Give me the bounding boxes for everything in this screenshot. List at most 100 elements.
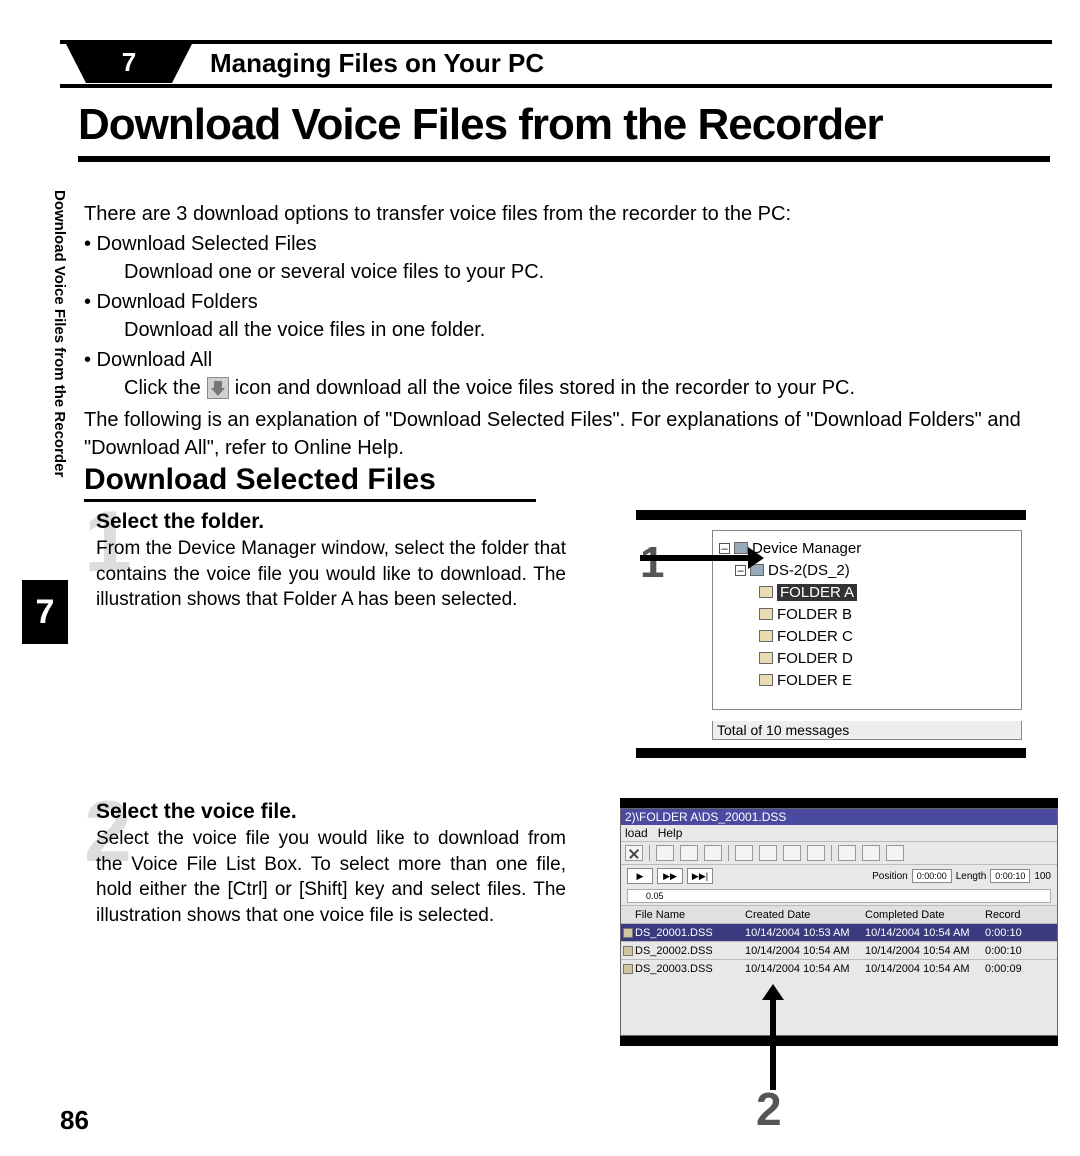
toolbar-button[interactable] [656, 845, 674, 861]
file-row[interactable]: DS_20001.DSS 10/14/2004 10:53 AM 10/14/2… [621, 923, 1057, 941]
next-button[interactable]: ▶▶| [687, 868, 713, 884]
toolbar-separator [728, 845, 729, 861]
step-1-text: From the Device Manager window, select t… [96, 536, 566, 613]
new-folder-button[interactable] [735, 845, 753, 861]
tree-folder-d[interactable]: FOLDER D [759, 647, 1015, 669]
tree-folder-b-label: FOLDER B [777, 606, 852, 623]
cell-filename: DS_20003.DSS [635, 963, 745, 975]
figure-crop-bar [636, 510, 1026, 520]
option-2-desc: Download all the voice files in one fold… [124, 316, 1050, 344]
cell-completed: 10/14/2004 10:54 AM [865, 927, 985, 939]
step-2: 2 Select the voice file. Select the voic… [84, 800, 566, 929]
step-2-text: Select the voice file you would like to … [96, 826, 566, 929]
check-button[interactable] [838, 845, 856, 861]
tree-folder-d-label: FOLDER D [777, 650, 853, 667]
option-2: • Download Folders [84, 288, 1050, 316]
cell-filename: DS_20001.DSS [635, 927, 745, 939]
file-row[interactable]: DS_20003.DSS 10/14/2004 10:54 AM 10/14/2… [621, 959, 1057, 977]
cell-completed: 10/14/2004 10:54 AM [865, 963, 985, 975]
figure-2-callout: 2 [756, 1082, 782, 1136]
intro-tail: The following is an explanation of "Down… [84, 406, 1050, 462]
tree-root-label: Device Manager [752, 540, 861, 557]
toolbar-separator [649, 845, 650, 861]
volume-value: 100 [1034, 871, 1051, 882]
cell-record: 0:00:09 [985, 963, 1035, 975]
file-row[interactable]: DS_20002.DSS 10/14/2004 10:54 AM 10/14/2… [621, 941, 1057, 959]
tree-device[interactable]: – DS-2(DS_2) [735, 559, 1015, 581]
option-1-desc: Download one or several voice files to y… [124, 258, 1050, 286]
time-ruler[interactable]: 0.05 [627, 889, 1051, 903]
column-headers[interactable]: File Name Created Date Completed Date Re… [621, 905, 1057, 923]
position-label: Position [872, 871, 908, 882]
menu-load[interactable]: load [625, 826, 648, 840]
menu-bar[interactable]: load Help [621, 825, 1057, 841]
option-3-desc: Click the icon and download all the voic… [124, 374, 1050, 402]
cell-created: 10/14/2004 10:54 AM [745, 963, 865, 975]
step-2-heading: Select the voice file. [96, 800, 566, 824]
tree-status-bar: Total of 10 messages [712, 721, 1022, 740]
figure-crop-bar [636, 748, 1026, 758]
step-1-heading: Select the folder. [96, 510, 566, 534]
section-title: Download Selected Files [84, 463, 536, 502]
play-button[interactable]: ▶ [627, 868, 653, 884]
download-all-icon [207, 377, 229, 399]
folder-icon [759, 652, 773, 664]
figure-file-list: 2)\FOLDER A\DS_20001.DSS load Help ▶ ▶▶ … [620, 798, 1058, 1046]
page-number: 86 [60, 1105, 89, 1136]
toolbar-separator [831, 845, 832, 861]
menu-help[interactable]: Help [658, 826, 683, 840]
side-chapter-tab: 7 [22, 580, 68, 644]
ffwd-button[interactable]: ▶▶ [657, 868, 683, 884]
playback-bar: ▶ ▶▶ ▶▶| Position 0:00:00 Length 0:00:10… [621, 865, 1057, 887]
folder-icon [759, 630, 773, 642]
toolbar-button[interactable] [783, 845, 801, 861]
side-running-head: Download Voice Files from the Recorder [48, 190, 68, 550]
col-record[interactable]: Record [985, 909, 1035, 921]
col-completed[interactable]: Completed Date [865, 909, 985, 921]
figure-crop-bar [620, 798, 1058, 808]
tree-folder-a[interactable]: FOLDER A [759, 581, 1015, 603]
page-title: Download Voice Files from the Recorder [78, 100, 1050, 162]
file-icon [623, 964, 633, 974]
delete-button[interactable] [625, 845, 643, 861]
col-filename[interactable]: File Name [635, 909, 745, 921]
toolbar [621, 841, 1057, 865]
tree-folder-b[interactable]: FOLDER B [759, 603, 1015, 625]
folder-icon [759, 608, 773, 620]
tree-folder-e[interactable]: FOLDER E [759, 669, 1015, 691]
cell-created: 10/14/2004 10:54 AM [745, 945, 865, 957]
voice-file-window: 2)\FOLDER A\DS_20001.DSS load Help ▶ ▶▶ … [620, 808, 1058, 1036]
chapter-number-tab: 7 [86, 40, 172, 83]
toolbar-button[interactable] [886, 845, 904, 861]
cancel-button[interactable] [862, 845, 880, 861]
folder-icon [759, 674, 773, 686]
tree-device-label: DS-2(DS_2) [768, 562, 850, 579]
file-icon [623, 928, 633, 938]
toolbar-button[interactable] [680, 845, 698, 861]
chapter-title: Managing Files on Your PC [210, 48, 544, 79]
cell-record: 0:00:10 [985, 927, 1035, 939]
collapse-icon[interactable]: – [735, 565, 746, 576]
figure-1-callout: 1 [640, 538, 664, 588]
length-value: 0:00:10 [990, 869, 1030, 883]
cell-completed: 10/14/2004 10:54 AM [865, 945, 985, 957]
col-created[interactable]: Created Date [745, 909, 865, 921]
cell-created: 10/14/2004 10:53 AM [745, 927, 865, 939]
file-icon [623, 946, 633, 956]
intro-lead: There are 3 download options to transfer… [84, 200, 1050, 228]
step-1: 1 Select the folder. From the Device Man… [84, 510, 566, 613]
toolbar-button[interactable] [807, 845, 825, 861]
tree-folder-a-label: FOLDER A [777, 584, 857, 601]
intro-block: There are 3 download options to transfer… [84, 200, 1050, 462]
tree-folder-c-label: FOLDER C [777, 628, 853, 645]
chapter-header-bar [60, 40, 1052, 88]
device-manager-icon [734, 542, 748, 554]
open-button[interactable] [759, 845, 777, 861]
length-label: Length [956, 871, 987, 882]
arrow-icon [640, 555, 750, 561]
toolbar-button[interactable] [704, 845, 722, 861]
tree-folder-c[interactable]: FOLDER C [759, 625, 1015, 647]
tree-folder-e-label: FOLDER E [777, 672, 852, 689]
figure-crop-bar [620, 1036, 1058, 1046]
collapse-icon[interactable]: – [719, 543, 730, 554]
